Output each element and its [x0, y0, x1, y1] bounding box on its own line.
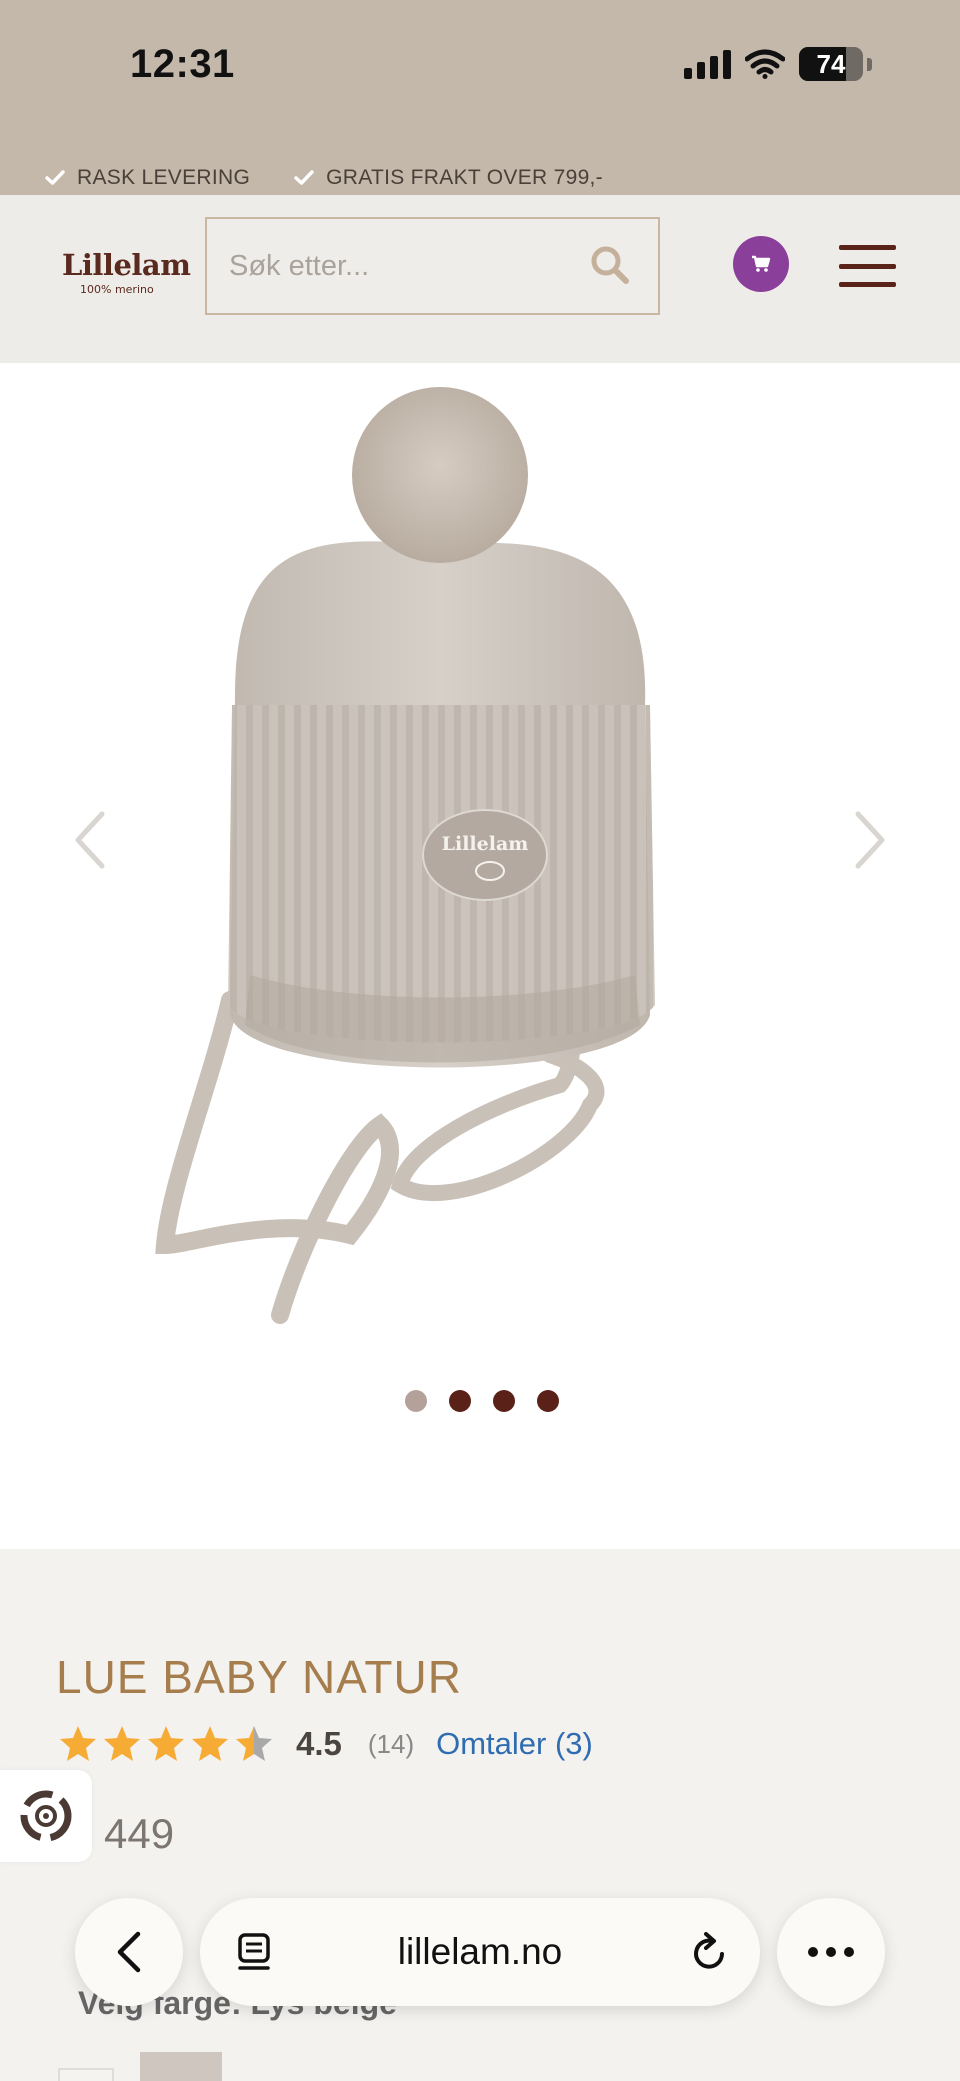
- accessibility-widget-button[interactable]: [0, 1770, 92, 1862]
- logo-name: Lillelam: [62, 248, 191, 282]
- checkmark-icon: [45, 170, 65, 185]
- wifi-icon: [745, 49, 785, 79]
- checkmark-icon: [294, 170, 314, 185]
- star-icon: [192, 1726, 228, 1761]
- product-image: Lillelam: [155, 387, 655, 1324]
- promo-item: GRATIS FRAKT OVER 799,-: [294, 166, 603, 190]
- star-icon: [104, 1726, 140, 1761]
- hamburger-menu-icon[interactable]: [839, 245, 896, 287]
- cellular-signal-icon: [684, 49, 731, 79]
- product-title: LUE BABY NATUR: [56, 1651, 462, 1703]
- status-icons: 74: [684, 46, 872, 82]
- recycle-icon: [20, 1790, 72, 1842]
- promo-item: RASK LEVERING: [45, 166, 250, 190]
- star-icon: [148, 1726, 184, 1761]
- battery-icon: 74: [799, 47, 863, 81]
- star-icon: [236, 1726, 272, 1761]
- chevron-right-icon[interactable]: [850, 810, 890, 870]
- carousel-dot[interactable]: [405, 1390, 427, 1412]
- search-icon[interactable]: [590, 245, 630, 285]
- url-text: lillelam.no: [397, 1931, 563, 1972]
- more-icon: [808, 1947, 854, 1957]
- carousel-dot[interactable]: [537, 1390, 559, 1412]
- cart-button[interactable]: [733, 236, 789, 292]
- battery-percent: 74: [816, 48, 846, 79]
- rating-row: 4.5 (14) Omtaler (3): [58, 1724, 593, 1764]
- more-options-button[interactable]: [777, 1898, 885, 2006]
- carousel-dot[interactable]: [493, 1390, 515, 1412]
- browser-back-button[interactable]: [75, 1898, 183, 2006]
- reviews-link[interactable]: Omtaler (3): [436, 1726, 593, 1762]
- color-swatch[interactable]: [58, 2068, 114, 2081]
- promo-text: GRATIS FRAKT OVER 799,-: [326, 166, 603, 189]
- search-input[interactable]: [207, 219, 567, 313]
- rating-value: 4.5: [296, 1725, 342, 1762]
- rating-count: (14): [367, 1728, 415, 1759]
- search-box: [205, 217, 660, 315]
- product-price: 449: [104, 1810, 175, 1857]
- carousel-dot[interactable]: [449, 1390, 471, 1412]
- hat-label: Lillelam: [442, 833, 529, 855]
- address-bar[interactable]: lillelam.no: [200, 1898, 760, 2006]
- logo-tagline: 100% merino: [80, 283, 154, 296]
- star-rating: [58, 1724, 274, 1764]
- star-icon: [60, 1726, 96, 1761]
- color-swatch[interactable]: [140, 2052, 222, 2081]
- promo-text: RASK LEVERING: [77, 166, 251, 189]
- cart-icon: [752, 255, 771, 272]
- chevron-left-icon[interactable]: [70, 810, 110, 870]
- back-icon: [117, 1931, 141, 1973]
- status-time: 12:31: [130, 42, 235, 86]
- battery-cap: [867, 57, 872, 71]
- site-logo[interactable]: Lillelam 100% merino: [62, 248, 191, 296]
- reload-icon[interactable]: [690, 1930, 730, 1974]
- promo-strip: RASK LEVERING GRATIS FRAKT OVER 799,-: [45, 166, 603, 190]
- carousel-dots: [0, 1390, 960, 1412]
